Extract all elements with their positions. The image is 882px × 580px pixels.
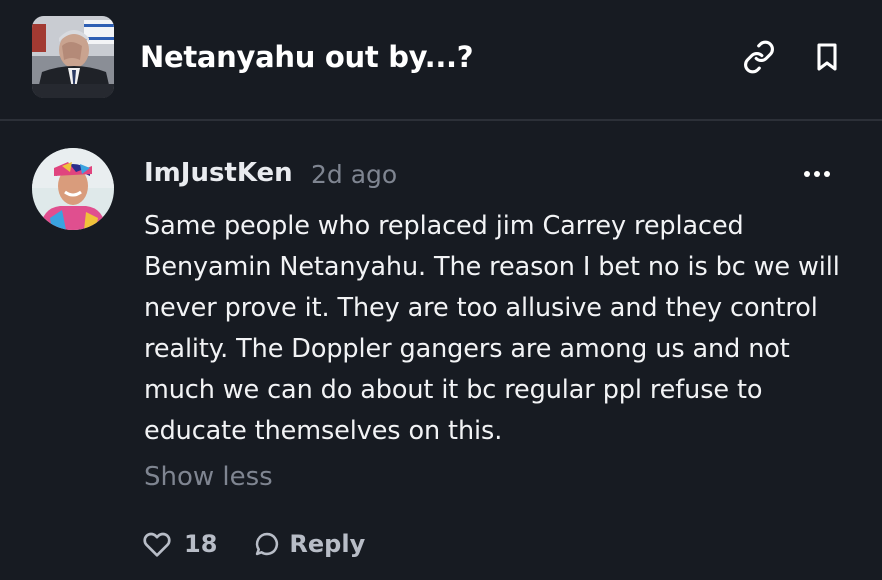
market-header: Netanyahu out by...? bbox=[0, 0, 882, 121]
more-options-button[interactable] bbox=[800, 160, 834, 188]
comment-text: Same people who replaced jim Carrey repl… bbox=[144, 211, 840, 446]
comment-actions: 18 Reply bbox=[140, 524, 365, 564]
reply-label: Reply bbox=[289, 530, 366, 558]
comment-timestamp: 2d ago bbox=[311, 160, 398, 189]
reply-button[interactable]: Reply bbox=[253, 530, 365, 558]
chat-bubble-icon bbox=[256, 532, 279, 556]
comment-author[interactable]: ImJustKen bbox=[144, 158, 293, 188]
market-thumbnail[interactable] bbox=[32, 16, 114, 98]
bookmark-button[interactable] bbox=[808, 38, 846, 76]
comment-screen: Netanyahu out by...? ImJustKen 2d ago Sa… bbox=[0, 0, 882, 580]
copy-link-button[interactable] bbox=[740, 38, 778, 76]
heart-icon bbox=[143, 532, 171, 557]
avatar[interactable] bbox=[32, 148, 114, 230]
link-icon bbox=[744, 40, 774, 74]
like-count: 18 bbox=[184, 530, 218, 558]
more-horizontal-icon bbox=[804, 171, 830, 177]
like-button[interactable]: 18 bbox=[140, 528, 217, 560]
bookmark-icon bbox=[817, 43, 837, 71]
show-less-button[interactable]: Show less bbox=[144, 462, 273, 492]
market-title[interactable]: Netanyahu out by...? bbox=[140, 40, 474, 74]
